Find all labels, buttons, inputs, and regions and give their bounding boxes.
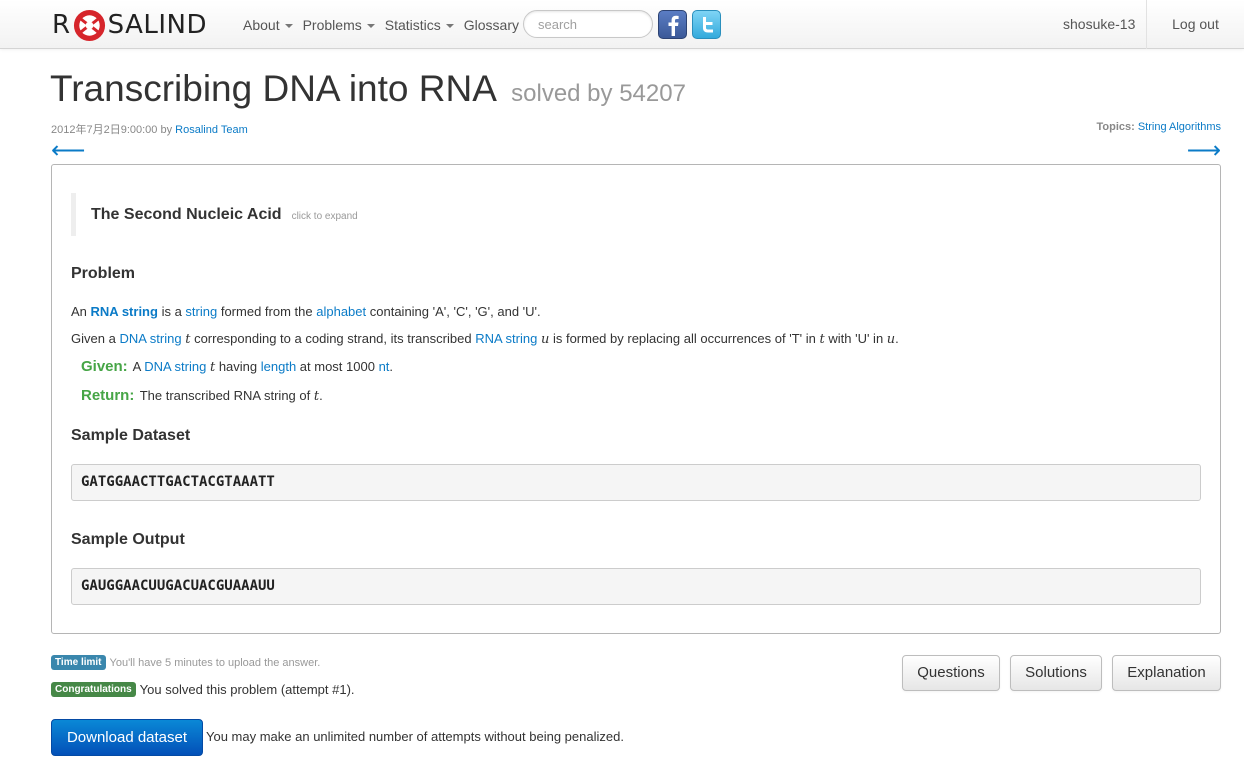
page-title: Transcribing DNA into RNA solved by 5420… xyxy=(50,68,686,110)
topic-link[interactable]: String Algorithms xyxy=(1138,121,1221,133)
text-fragment: An xyxy=(71,304,87,319)
rosalind-logo-link[interactable]: R SALIND xyxy=(52,6,207,44)
expand-hint: click to expand xyxy=(291,211,358,222)
nav-item-label: Problems xyxy=(302,16,362,33)
time-limit-badge: Time limit xyxy=(51,655,106,670)
glossary-link-length[interactable]: length xyxy=(261,359,296,374)
facebook-icon[interactable] xyxy=(658,10,687,39)
next-problem-arrow-icon[interactable]: ⟶ xyxy=(1187,139,1221,163)
glossary-link-alphabet[interactable]: alphabet xyxy=(316,304,366,319)
brand-text-right: SALIND xyxy=(107,10,207,40)
sample-output-heading: Sample Output xyxy=(71,531,185,548)
return-label: Return: xyxy=(81,387,135,404)
math-var-u: u xyxy=(886,332,896,347)
problem-paragraph-2: Given a DNA string t corresponding to a … xyxy=(71,331,899,347)
glossary-link-rna-string[interactable]: RNA string xyxy=(91,304,158,319)
facebook-f-glyph xyxy=(668,15,679,36)
text-fragment: . xyxy=(895,331,899,346)
questions-button[interactable]: Questions xyxy=(902,655,1000,691)
sample-dataset-heading: Sample Dataset xyxy=(71,427,191,444)
given-label: Given: xyxy=(81,358,128,375)
congratulations-badge: Congratulations xyxy=(51,682,136,697)
congrats-text: You solved this problem (attempt #1). xyxy=(139,682,355,697)
search-input[interactable] xyxy=(523,10,653,38)
math-var-t: t xyxy=(819,332,825,347)
dna-helix-logo-icon xyxy=(73,9,105,41)
caret-down-icon xyxy=(284,23,293,28)
author-link[interactable]: Rosalind Team xyxy=(175,124,248,136)
text-fragment: is a xyxy=(161,304,182,319)
twitter-icon[interactable] xyxy=(692,10,721,39)
text-fragment: corresponding to a coding strand, its tr… xyxy=(194,331,472,346)
glossary-link-rna-string-2[interactable]: RNA string xyxy=(475,331,537,346)
nav-item-glossary[interactable]: Glossary xyxy=(464,17,519,33)
congrats-row: Congratulations You solved this problem … xyxy=(51,682,355,697)
text-fragment: with 'U' in xyxy=(828,331,884,346)
nav-item-label: Statistics xyxy=(384,16,441,33)
time-limit-row: Time limit You'll have 5 minutes to uplo… xyxy=(51,655,320,670)
story-heading: The Second Nucleic Acid xyxy=(91,205,282,223)
return-line: Return: The transcribed RNA string of t. xyxy=(81,387,323,404)
topics-label: Topics: xyxy=(1096,121,1135,133)
text-fragment: at most 1000 xyxy=(299,359,375,374)
problem-meta: 2012年7月2日9:00:00 by Rosalind Team xyxy=(51,121,248,137)
glossary-link-dna-string[interactable]: DNA string xyxy=(119,331,181,346)
brand-text-left: R xyxy=(52,10,71,40)
nav-item-label: Glossary xyxy=(463,16,519,33)
download-note: You may make an unlimited number of atte… xyxy=(206,729,624,744)
math-var-t: t xyxy=(209,360,216,375)
text-fragment: The transcribed RNA string of xyxy=(139,388,311,403)
text-fragment: . xyxy=(389,359,394,374)
text-fragment: is formed by replacing all occurrences o… xyxy=(552,331,816,346)
math-var-t: t xyxy=(185,332,191,347)
glossary-link-nt[interactable]: nt xyxy=(379,359,390,374)
text-fragment: Given a xyxy=(71,331,116,346)
story-collapsible[interactable]: The Second Nucleic Acid click to expand xyxy=(71,193,358,236)
explanation-button[interactable]: Explanation xyxy=(1112,655,1221,691)
problem-panel: The Second Nucleic Acid click to expand … xyxy=(51,164,1221,634)
problem-title: Transcribing DNA into RNA xyxy=(50,68,495,109)
problem-paragraph-1: An RNA string is a string formed from th… xyxy=(71,304,541,319)
username-link[interactable]: shosuke-13 xyxy=(1063,0,1135,49)
caret-down-icon xyxy=(366,23,375,28)
text-fragment: A xyxy=(132,359,141,374)
caret-down-icon xyxy=(445,23,454,28)
glossary-link-string[interactable]: string xyxy=(185,304,217,319)
nav-item-label: About xyxy=(243,16,280,33)
problem-heading: Problem xyxy=(71,265,136,282)
text-fragment: having xyxy=(218,359,258,374)
time-limit-text: You'll have 5 minutes to upload the answ… xyxy=(109,656,321,669)
problem-date: 2012年7月2日9:00:00 xyxy=(51,124,158,136)
given-line: Given: A DNA string t having length at m… xyxy=(81,358,393,375)
nav-item-problems[interactable]: Problems xyxy=(303,17,375,33)
sample-output-block: GAUGGAACUUGACUACGUAAAUU xyxy=(71,568,1201,605)
twitter-t-glyph xyxy=(702,16,713,32)
glossary-link-dna-string-3[interactable]: DNA string xyxy=(144,359,206,374)
solved-count: solved by 54207 xyxy=(511,80,686,107)
sample-dataset-block: GATGGAACTTGACTACGTAAATT xyxy=(71,464,1201,501)
top-navbar: R SALIND About Problems Statistics Gloss… xyxy=(0,0,1244,49)
by-text: by xyxy=(160,124,173,136)
solutions-button[interactable]: Solutions xyxy=(1010,655,1102,691)
text-fragment: formed from the xyxy=(220,304,313,319)
previous-problem-arrow-icon[interactable]: ⟵ xyxy=(51,139,85,163)
nav-item-about[interactable]: About xyxy=(243,17,293,33)
main-nav: About Problems Statistics Glossary xyxy=(243,0,529,49)
nav-item-statistics[interactable]: Statistics xyxy=(385,17,454,33)
logout-link[interactable]: Log out xyxy=(1146,0,1244,49)
text-fragment: containing 'A', 'C', 'G', and 'U'. xyxy=(369,304,541,319)
text-fragment: . xyxy=(319,388,323,403)
download-dataset-button[interactable]: Download dataset xyxy=(51,719,203,756)
math-var-u: u xyxy=(540,332,550,347)
topics: Topics: String Algorithms xyxy=(1096,121,1221,133)
